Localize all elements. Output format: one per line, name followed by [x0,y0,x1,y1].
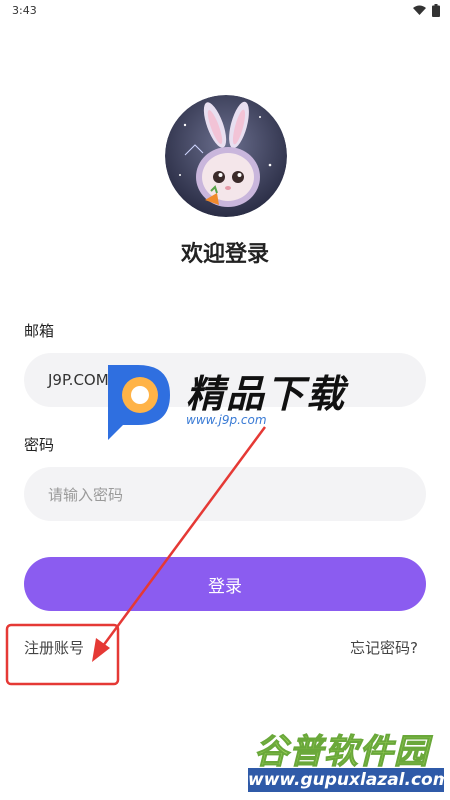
email-label: 邮箱 [24,322,55,340]
status-icons [413,4,440,17]
password-label: 密码 [24,436,55,454]
watermark-overlay: 精品下载 www.j9p.com [98,355,368,445]
status-time: 3:43 [12,4,37,17]
wifi-icon [413,5,426,15]
login-button[interactable]: 登录 [24,557,426,611]
annotation-arrow-line [98,426,267,651]
bunny-avatar-image [165,95,287,217]
bottom-watermark-title: 谷普软件园 [254,732,429,773]
register-link[interactable]: 注册账号 [24,637,84,658]
status-bar: 3:43 [0,0,450,22]
page-title: 欢迎登录 [180,242,269,267]
annotation-arrow-head-icon [92,638,110,662]
password-field[interactable]: 请输入密码 [24,467,426,521]
forgot-password-link[interactable]: 忘记密码? [350,637,418,658]
battery-icon [432,4,440,17]
watermark-url: www.j9p.com [186,413,267,427]
bottom-watermark: 谷普软件园 www.gupuxlazal.com [244,724,450,800]
watermark-logo-icon [108,365,170,440]
bottom-watermark-url: www.gupuxlazal.com [248,768,450,792]
avatar [165,95,287,217]
watermark-title: 精品下载 [186,372,347,416]
login-button-label: 登录 [208,576,242,597]
password-placeholder: 请输入密码 [48,485,124,504]
